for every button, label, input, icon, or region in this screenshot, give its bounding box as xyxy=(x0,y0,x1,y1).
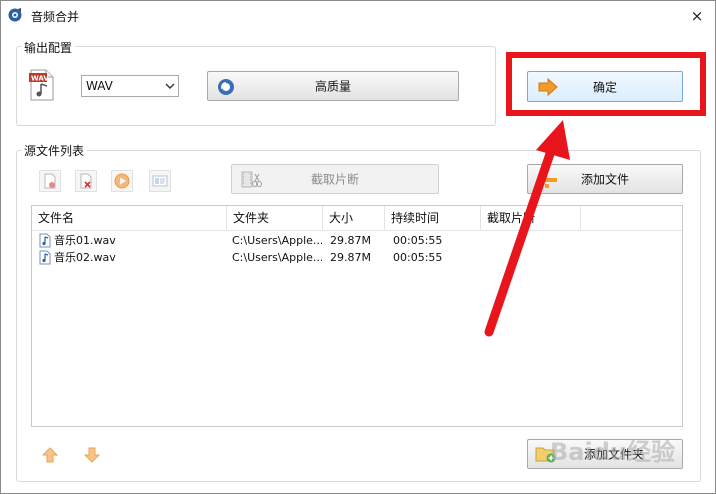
add-folder-button-label: 添加文件夹 xyxy=(583,447,644,462)
clip-segment-button[interactable]: 截取片断 xyxy=(231,164,439,194)
svg-text:WAV: WAV xyxy=(31,75,49,83)
file-remove-icon xyxy=(44,173,56,189)
column-header-folder[interactable]: 文件夹 xyxy=(227,206,323,230)
folder-cell: C:\Users\Apple... xyxy=(232,251,322,264)
arrow-down-icon xyxy=(83,447,101,463)
move-up-button[interactable] xyxy=(41,446,59,464)
audio-merge-window: 音频合并 × 输出配置 WAV WAV 高质量 确定 源文件列表 截取片断 添加… xyxy=(0,0,716,494)
close-button[interactable]: × xyxy=(679,1,715,31)
folder-cell: C:\Users\Apple... xyxy=(232,234,322,247)
ok-button[interactable]: 确定 xyxy=(527,71,683,102)
add-file-button-label: 添加文件 xyxy=(580,172,629,187)
file-delete-icon xyxy=(80,173,92,189)
output-config-label: 输出配置 xyxy=(21,39,76,56)
duration-cell: 00:05:55 xyxy=(393,234,443,247)
properties-button[interactable] xyxy=(149,170,171,192)
column-header-clip[interactable]: 截取片断 xyxy=(481,206,581,230)
quality-button-label: 高质量 xyxy=(314,79,351,94)
file-name-cell: 音乐02.wav xyxy=(54,251,116,264)
audio-file-icon xyxy=(39,250,51,265)
size-cell: 29.87M xyxy=(330,234,371,247)
audio-file-icon xyxy=(39,233,51,248)
column-header-duration[interactable]: 持续时间 xyxy=(385,206,481,230)
window-title: 音频合并 xyxy=(31,10,80,24)
arrow-up-icon xyxy=(41,447,59,463)
list-item[interactable]: 音乐01.wav C:\Users\Apple... 29.87M 00:05:… xyxy=(32,232,682,249)
column-header-size[interactable]: 大小 xyxy=(323,206,385,230)
format-select-value: WAV xyxy=(86,79,113,93)
size-cell: 29.87M xyxy=(330,251,371,264)
move-down-button[interactable] xyxy=(83,446,101,464)
title-bar: 音频合并 × xyxy=(1,1,715,31)
play-button[interactable] xyxy=(111,170,133,192)
source-list-label: 源文件列表 xyxy=(21,142,88,159)
wav-file-icon: WAV xyxy=(29,69,54,101)
app-icon xyxy=(8,8,22,22)
ok-button-label: 确定 xyxy=(592,80,617,94)
add-file-button[interactable]: 添加文件 xyxy=(527,164,683,194)
source-file-list[interactable]: 文件名 文件夹 大小 持续时间 截取片断 音乐01.wav C:\Users\A… xyxy=(31,205,683,427)
clip-segment-button-label: 截取片断 xyxy=(310,172,359,187)
list-item[interactable]: 音乐02.wav C:\Users\Apple... 29.87M 00:05:… xyxy=(32,249,682,266)
file-name-cell: 音乐01.wav xyxy=(54,234,116,247)
clip-cell xyxy=(488,249,578,266)
duration-cell: 00:05:55 xyxy=(393,251,443,264)
format-select[interactable]: WAV xyxy=(81,75,179,97)
chevron-down-icon xyxy=(165,83,175,89)
column-header-filename[interactable]: 文件名 xyxy=(32,206,227,230)
info-card-icon xyxy=(152,175,168,187)
quality-button[interactable]: 高质量 xyxy=(207,71,459,101)
remove-file-button[interactable] xyxy=(39,170,61,192)
clear-list-button[interactable] xyxy=(75,170,97,192)
clip-cell xyxy=(488,232,578,249)
list-header: 文件名 文件夹 大小 持续时间 截取片断 xyxy=(32,206,682,231)
add-folder-button[interactable]: 添加文件夹 xyxy=(527,439,683,469)
play-icon xyxy=(114,173,130,189)
